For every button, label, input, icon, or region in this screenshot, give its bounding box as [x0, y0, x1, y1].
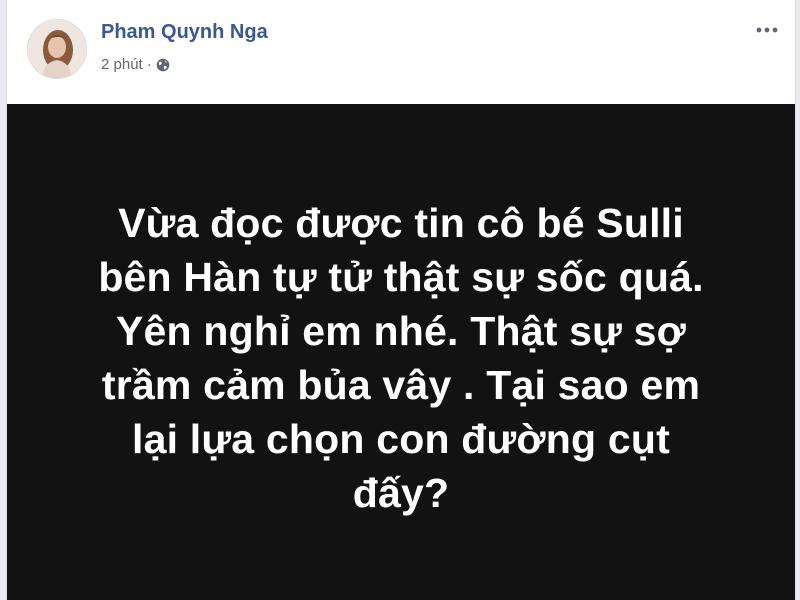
avatar[interactable]	[27, 19, 87, 79]
status-line: trầm cảm bủa vây . Tại sao em	[101, 362, 701, 408]
avatar-photo	[28, 20, 86, 78]
post-header: Pham Quynh Nga 2 phút ·	[7, 0, 795, 104]
author-name[interactable]: Pham Quynh Nga	[101, 21, 268, 44]
post-meta: 2 phút ·	[101, 56, 170, 73]
post-card: Pham Quynh Nga 2 phút · Vừa đọc được tin…	[6, 0, 796, 600]
more-options-icon[interactable]	[751, 18, 783, 42]
status-line: đấy?	[352, 470, 450, 516]
globe-icon[interactable]	[156, 58, 170, 72]
status-background: Vừa đọc được tin cô bé Sulli bên Hàn tự …	[7, 104, 795, 600]
status-line: bên Hàn tự tử thật sự sốc quá.	[98, 254, 704, 300]
status-line: lại lựa chọn con đường cụt	[132, 416, 670, 462]
post-timestamp[interactable]: 2 phút	[101, 56, 143, 73]
status-line: Vừa đọc được tin cô bé Sulli	[118, 200, 684, 246]
status-line: Yên nghỉ em nhé. Thật sự sợ	[116, 308, 686, 354]
status-text: Vừa đọc được tin cô bé Sulli bên Hàn tự …	[7, 196, 795, 520]
meta-separator: ·	[146, 56, 152, 73]
